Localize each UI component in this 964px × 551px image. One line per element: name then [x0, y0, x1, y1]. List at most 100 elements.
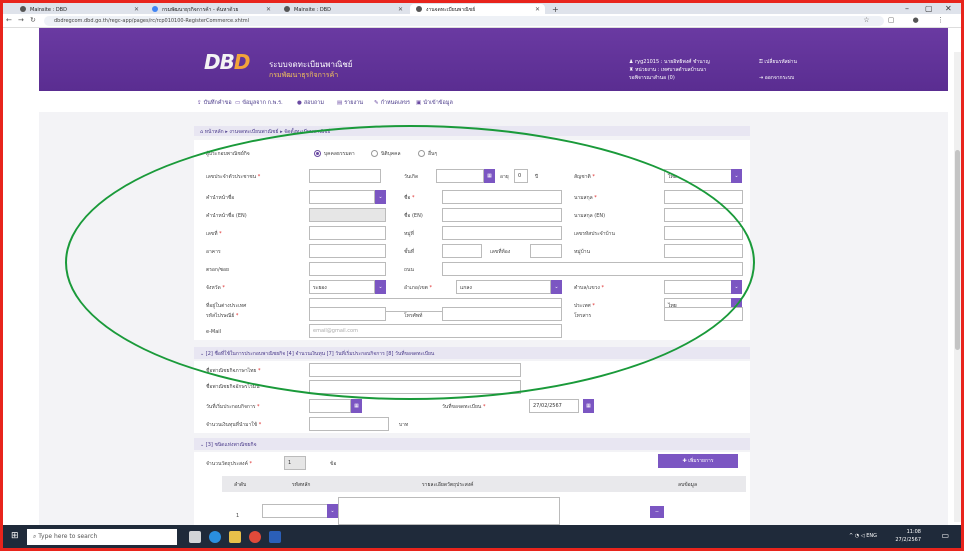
new-tab-icon[interactable]: +: [552, 5, 559, 14]
calendar-icon[interactable]: ▦: [484, 169, 495, 183]
add-item-button[interactable]: ✚ เพิ่มรายการ: [658, 454, 738, 468]
change-password-link[interactable]: ⚿ เปลี่ยนรหัสผ่าน: [759, 58, 797, 66]
main-code-select[interactable]: [262, 504, 328, 518]
province-select[interactable]: ระยอง: [309, 280, 375, 294]
business-type-label: ผู้ประกอบพาณิชย์กิจ: [206, 151, 250, 157]
breadcrumb: ⌂ หน้าหลัก ▸ งานจดทะเบียนพาณิชย์ ▸ จัดตั…: [194, 126, 750, 136]
email-input[interactable]: email@gmail.com: [309, 324, 562, 338]
taskbar-search-input[interactable]: ⌕ Type here to search: [27, 529, 177, 545]
pending-link[interactable]: รอพิจารณาสำนอ (0): [629, 74, 710, 82]
floor-input[interactable]: [442, 244, 482, 258]
notification-icon[interactable]: ▭: [941, 531, 949, 540]
import-icon: ▣: [416, 100, 422, 106]
restore-icon[interactable]: ▢: [925, 4, 933, 13]
delete-row-button[interactable]: −: [650, 506, 664, 518]
postcode-input[interactable]: [309, 307, 386, 321]
chevron-down-icon[interactable]: ⌄: [731, 280, 742, 294]
dbd-favicon-icon: [20, 6, 26, 12]
menu-item-numbering[interactable]: ✎ กำหนดเลขร: [374, 99, 410, 107]
fax-input[interactable]: [664, 307, 743, 321]
menu-item-inquiry[interactable]: ● สอบถาม: [297, 99, 324, 107]
radio-individual[interactable]: [314, 150, 321, 157]
chevron-down-icon[interactable]: ⌄: [731, 169, 742, 183]
chat-icon: ●: [297, 100, 302, 106]
registration-date-input[interactable]: 27/02/2567: [529, 399, 579, 413]
district-select[interactable]: แกลง: [456, 280, 551, 294]
minimize-icon[interactable]: –: [905, 4, 909, 13]
start-date-input[interactable]: [309, 399, 351, 413]
windows-taskbar: ⊞ ⌕ Type here to search ^ ◔ ◁ ENG 11:08 …: [0, 525, 964, 551]
phone-input[interactable]: [442, 307, 562, 321]
brand-subtitle: กรมพัฒนาธุรกิจการค้า: [269, 71, 339, 79]
radio-juristic[interactable]: [371, 150, 378, 157]
upload-icon: ⇪: [197, 100, 202, 106]
logout-link[interactable]: ⇥ ออกจากระบบ: [759, 74, 797, 82]
chrome-icon[interactable]: [249, 531, 261, 543]
section-2-panel: ชื่อพาณิชยกิจภาษาไทย * ชื่อพาณิชยกิจอักษ…: [194, 361, 750, 433]
close-tab-icon[interactable]: ✕: [535, 6, 540, 13]
task-view-icon[interactable]: [189, 531, 201, 543]
first-name-en-input[interactable]: [442, 208, 562, 222]
forward-icon[interactable]: →: [18, 16, 24, 24]
report-icon: ▤: [337, 100, 343, 106]
close-window-icon[interactable]: ✕: [945, 4, 952, 13]
menu-item-import[interactable]: ▣ นำเข้าข้อมูล: [416, 99, 453, 107]
browser-toolbar-icons[interactable]: ☆ ▢ ● ⋮: [863, 16, 952, 24]
word-icon[interactable]: [269, 531, 281, 543]
eng-business-name-input[interactable]: [309, 380, 521, 394]
house-number-input[interactable]: [309, 226, 386, 240]
edge-icon[interactable]: [209, 531, 221, 543]
edit-icon: ✎: [374, 100, 379, 106]
dbd-favicon-icon: [416, 6, 422, 12]
age-input[interactable]: 0: [514, 169, 528, 183]
room-input[interactable]: [530, 244, 562, 258]
close-tab-icon[interactable]: ✕: [134, 6, 139, 13]
calendar-icon[interactable]: ▦: [583, 399, 594, 413]
radio-other[interactable]: [418, 150, 425, 157]
address-bar: ← → ↻ dbdregcom.dbd.go.th/regc-app/pages…: [0, 14, 964, 28]
last-name-en-input[interactable]: [664, 208, 743, 222]
section-3-header[interactable]: ⌄ [3] ชนิดแห่งพาณิชยกิจ: [194, 438, 750, 450]
chevron-down-icon[interactable]: ⌄: [375, 280, 386, 294]
windows-start-icon[interactable]: ⊞: [11, 531, 19, 541]
objective-detail-textarea[interactable]: [338, 497, 560, 525]
prefix-select[interactable]: [309, 190, 375, 204]
table-row-index: 1: [236, 513, 240, 519]
first-name-input[interactable]: [442, 190, 562, 204]
road-input[interactable]: [442, 262, 743, 276]
thai-business-name-input[interactable]: [309, 363, 521, 377]
file-explorer-icon[interactable]: [229, 531, 241, 543]
prefix-en-input: [309, 208, 386, 222]
account-links: ⚿ เปลี่ยนรหัสผ่าน ⇥ ออกจากระบบ: [759, 58, 797, 82]
scrollbar-thumb[interactable]: [955, 150, 960, 350]
taskbar-clock[interactable]: 11:08 27/2/2567: [895, 528, 921, 544]
id-number-input[interactable]: [309, 169, 381, 183]
site-header: DBD ระบบจดทะเบียนพาณิชย์ กรมพัฒนาธุรกิจก…: [39, 28, 948, 91]
soi-input[interactable]: [309, 262, 386, 276]
nationality-select[interactable]: ไทย: [664, 169, 732, 183]
url-field[interactable]: dbdregcom.dbd.go.th/regc-app/pages/rc/rc…: [44, 16, 884, 26]
close-tab-icon[interactable]: ✕: [398, 6, 403, 13]
chevron-down-icon[interactable]: ⌄: [551, 280, 562, 294]
last-name-input[interactable]: [664, 190, 743, 204]
reload-icon[interactable]: ↻: [30, 16, 36, 24]
birth-date-input[interactable]: [436, 169, 484, 183]
close-tab-icon[interactable]: ✕: [266, 6, 271, 13]
chevron-down-icon[interactable]: ⌄: [375, 190, 386, 204]
calendar-icon[interactable]: ▦: [351, 399, 362, 413]
capital-input[interactable]: [309, 417, 389, 431]
house-id-input[interactable]: [664, 226, 743, 240]
building-input[interactable]: [309, 244, 386, 258]
system-tray[interactable]: ^ ◔ ◁ ENG: [849, 533, 877, 539]
menu-item-record[interactable]: ⇪ บันทึกคำขอ: [197, 99, 232, 107]
menu-item-gpr-data[interactable]: ▭ ข้อมูลจาก ก.พ.ร.: [235, 99, 283, 107]
objective-table-header: ลำดับ รหัสหลัก รายละเอียดวัตถุประสงค์ ลบ…: [222, 476, 746, 492]
back-icon[interactable]: ←: [6, 16, 12, 24]
google-favicon-icon: [152, 6, 158, 12]
moo-input[interactable]: [442, 226, 562, 240]
chevron-down-icon[interactable]: ⌄: [327, 504, 338, 518]
subdistrict-select[interactable]: [664, 280, 732, 294]
section-2-header[interactable]: ⌄ [2] ชื่อที่ใช้ในการประกอบพาณิชยกิจ [4]…: [194, 347, 750, 359]
menu-item-report[interactable]: ▤ รายงาน: [337, 99, 363, 107]
village-input[interactable]: [664, 244, 743, 258]
